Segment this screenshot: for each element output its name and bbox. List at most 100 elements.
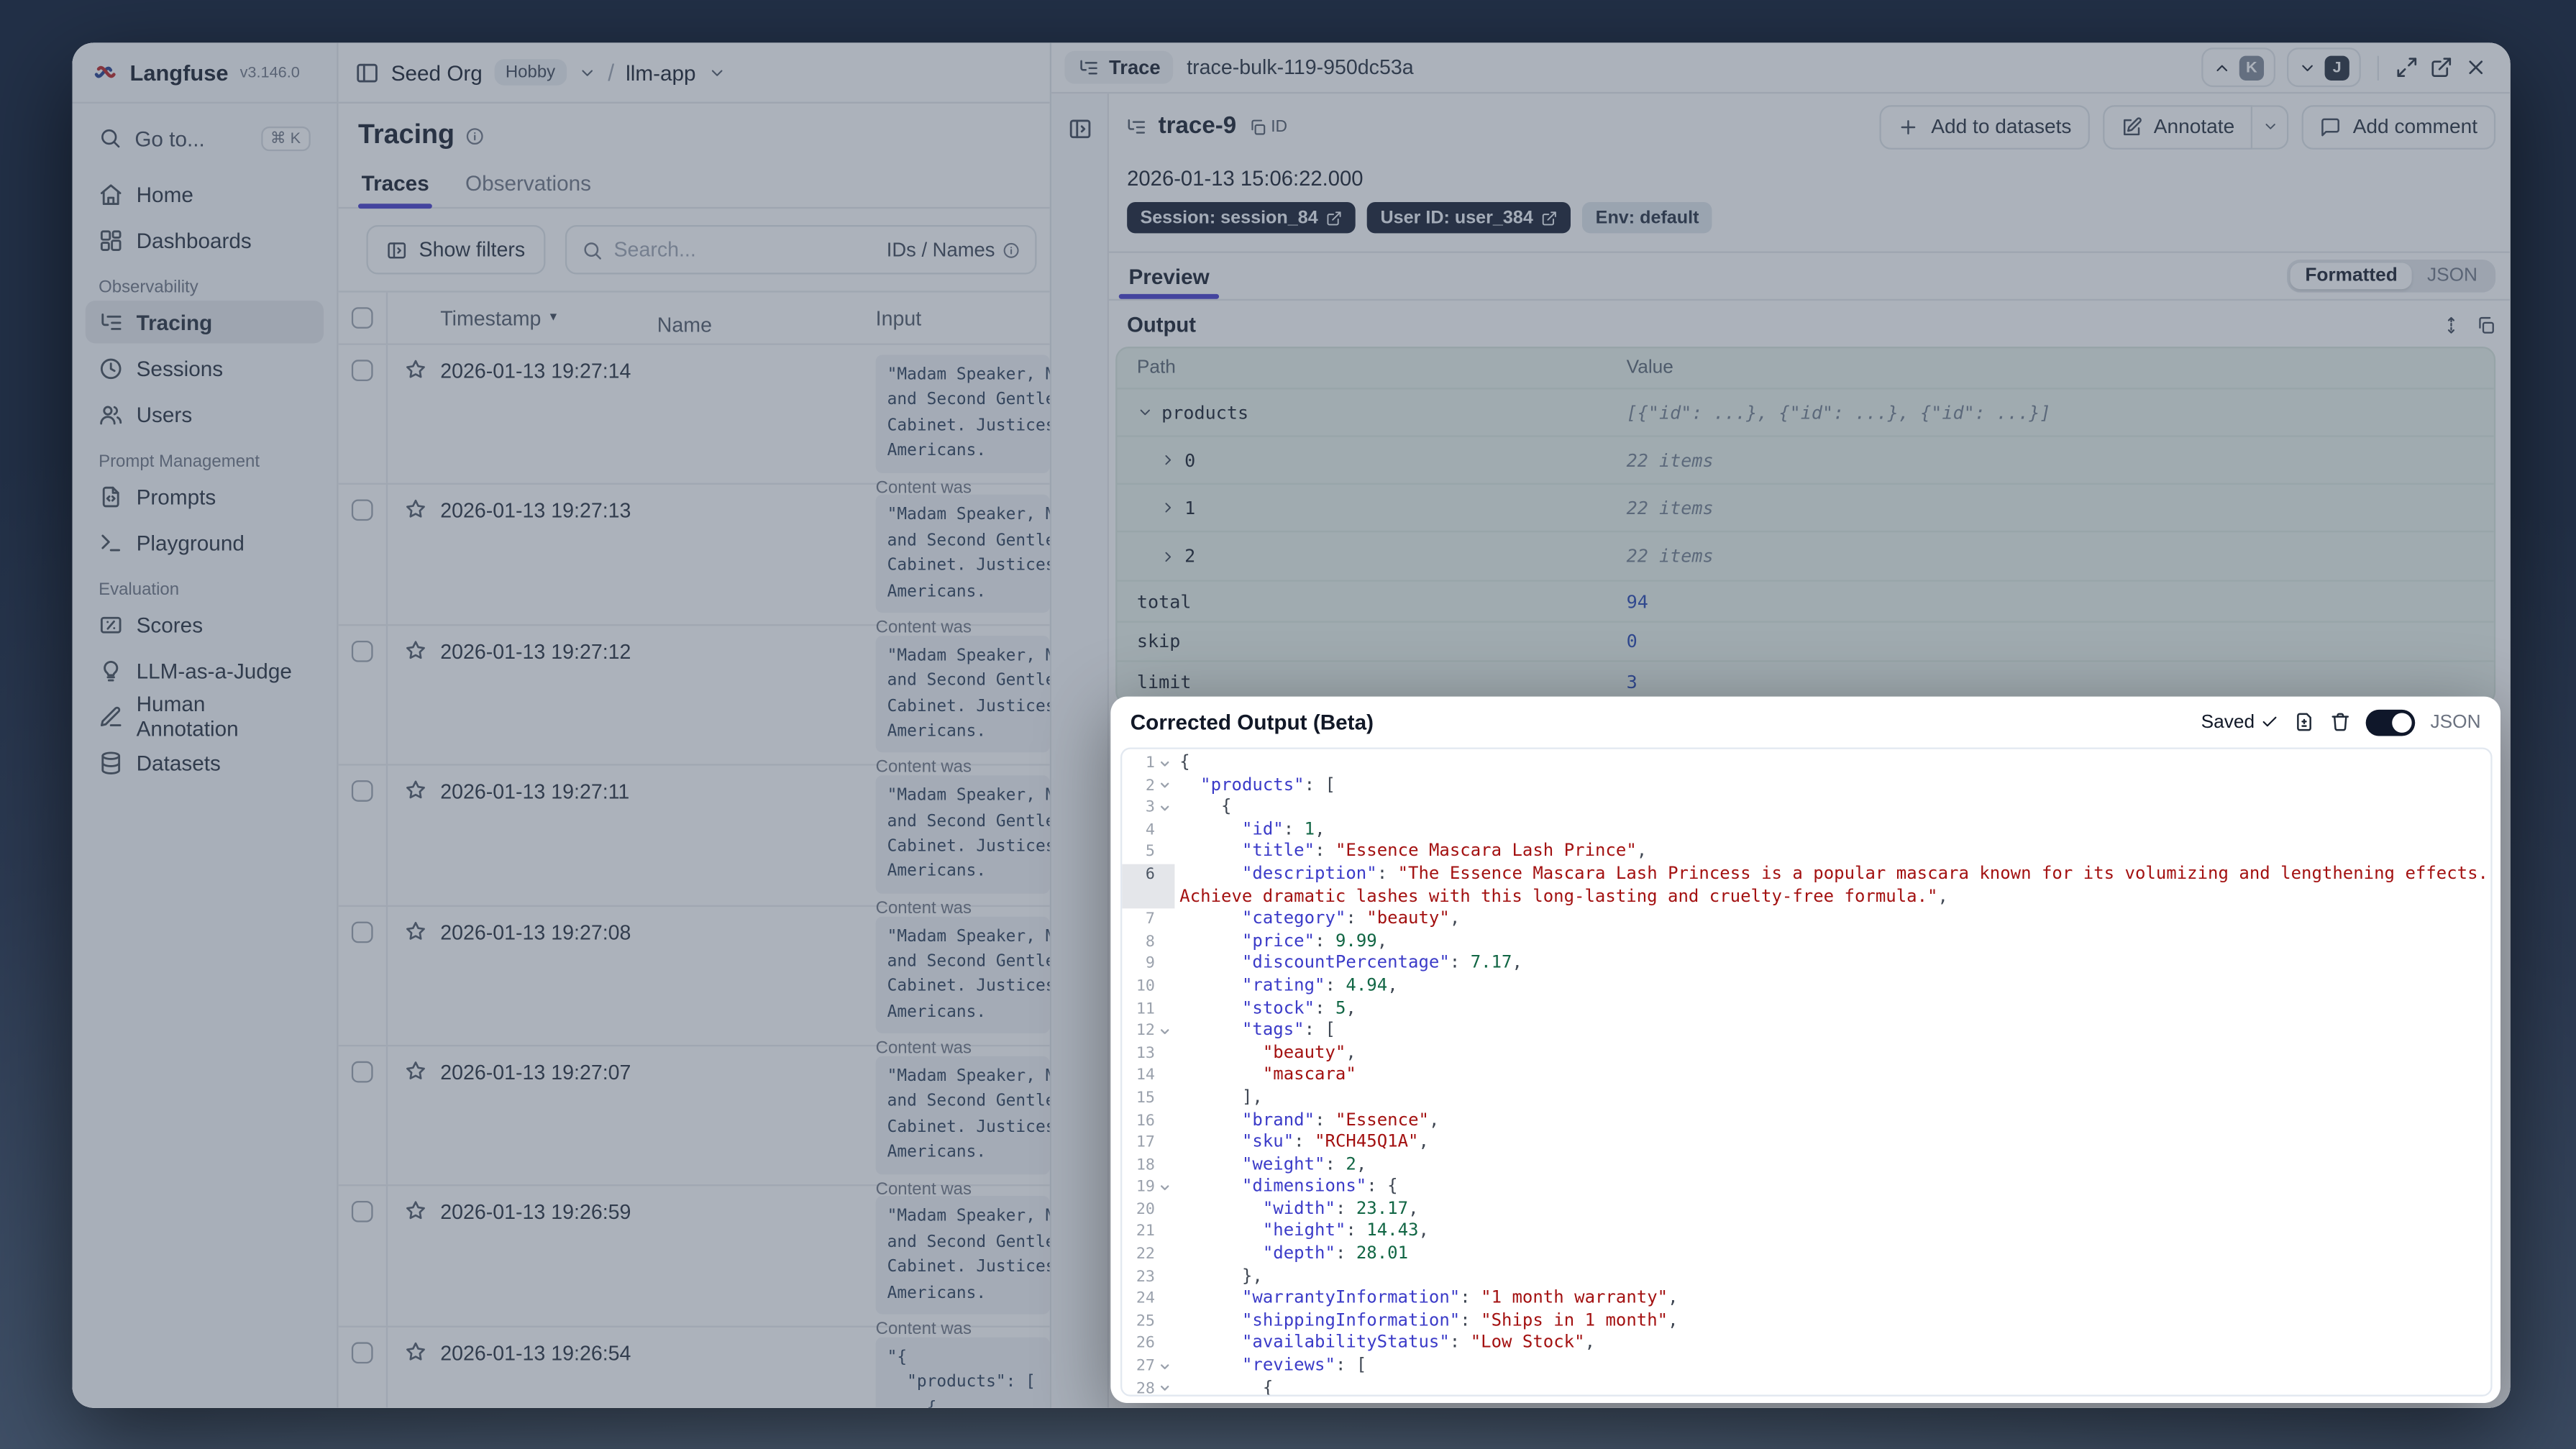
output-row-2[interactable]: 2 22 items	[1117, 532, 2494, 582]
json-toggle[interactable]	[2366, 708, 2416, 736]
code-line[interactable]: 17 "sku": "RCH45Q1A",	[1122, 1132, 2490, 1154]
code-line[interactable]: 4 "id": 1,	[1122, 819, 2490, 841]
row-checkbox[interactable]	[351, 1201, 373, 1223]
resize-vertical-icon[interactable]	[2442, 314, 2461, 334]
row-checkbox[interactable]	[351, 920, 373, 943]
fold-chevron-icon[interactable]	[1155, 1020, 1174, 1043]
sidebar-item-datasets[interactable]: Datasets	[86, 741, 324, 783]
row-checkbox[interactable]	[351, 1061, 373, 1083]
star-icon[interactable]	[404, 919, 427, 942]
breadcrumb-org[interactable]: Seed Org	[391, 60, 483, 84]
tab-preview[interactable]: Preview	[1118, 253, 1220, 299]
show-filters-button[interactable]: Show filters	[366, 224, 545, 275]
code-line[interactable]: 22 "depth": 28.01	[1122, 1244, 2490, 1266]
table-row[interactable]: 2026-01-13 19:27:08 "Madam Speaker, M and…	[338, 906, 1050, 1078]
fold-chevron-icon[interactable]	[1155, 1378, 1174, 1395]
table-row[interactable]: 2026-01-13 19:27:12 "Madam Speaker, M and…	[338, 625, 1050, 797]
chevron-right-icon[interactable]	[1160, 548, 1177, 564]
row-checkbox[interactable]	[351, 780, 373, 803]
code-line[interactable]: 16 "brand": "Essence",	[1122, 1110, 2490, 1132]
sidebar-item-dashboards[interactable]: Dashboards	[86, 219, 324, 261]
output-row-products[interactable]: products [{"id": ...}, {"id": ...}, {"id"…	[1117, 389, 2494, 437]
table-row[interactable]: 2026-01-13 19:27:14 "Madam Speaker, M and…	[338, 344, 1050, 517]
code-line[interactable]: 2 "products": [	[1122, 774, 2490, 797]
sidebar-item-users[interactable]: Users	[86, 393, 324, 435]
copy-id-chip[interactable]: ID	[1248, 117, 1287, 135]
code-line[interactable]: 6 "description": "The Essence Mascara La…	[1122, 864, 2490, 909]
row-checkbox[interactable]	[351, 360, 373, 382]
sidebar-item-scores[interactable]: Scores	[86, 603, 324, 645]
output-row-1[interactable]: 1 22 items	[1117, 485, 2494, 533]
row-checkbox[interactable]	[351, 640, 373, 662]
code-line[interactable]: 20 "width": 23.17,	[1122, 1199, 2490, 1221]
trash-icon[interactable]	[2330, 711, 2352, 733]
sidebar-item-playground[interactable]: Playground	[86, 521, 324, 563]
code-line[interactable]: 12 "tags": [	[1122, 1020, 2490, 1043]
add-comment-button[interactable]: Add comment	[2301, 104, 2496, 149]
select-all-checkbox[interactable]	[351, 307, 373, 329]
trace-badge[interactable]: User ID: user_384	[1367, 201, 1571, 234]
info-icon[interactable]	[465, 126, 484, 145]
chevron-down-icon[interactable]	[1137, 404, 1154, 421]
sidebar-item-sessions[interactable]: Sessions	[86, 347, 324, 389]
sidebar-item-human-annotation[interactable]: Human Annotation	[86, 692, 324, 741]
fold-chevron-icon[interactable]	[1155, 1356, 1174, 1378]
code-line[interactable]: 26 "availabilityStatus": "Low Stock",	[1122, 1333, 2490, 1356]
star-icon[interactable]	[404, 1199, 427, 1222]
code-line[interactable]: 8 "price": 9.99,	[1122, 931, 2490, 954]
format-json[interactable]: JSON	[2412, 263, 2492, 290]
panel-open-icon[interactable]	[1067, 116, 1092, 141]
sidebar-item-tracing[interactable]: Tracing	[85, 301, 324, 344]
annotate-button[interactable]: Annotate	[2102, 104, 2253, 149]
fold-chevron-icon[interactable]	[1155, 797, 1174, 819]
code-line[interactable]: 21 "height": 14.43,	[1122, 1221, 2490, 1243]
expand-icon[interactable]	[2395, 56, 2419, 79]
code-line[interactable]: 10 "rating": 4.94,	[1122, 976, 2490, 998]
add-to-datasets-button[interactable]: Add to datasets	[1880, 104, 2090, 149]
table-row[interactable]: 2026-01-13 19:27:07 "Madam Speaker, M and…	[338, 1046, 1050, 1218]
code-line[interactable]: 5 "title": "Essence Mascara Lash Prince"…	[1122, 842, 2490, 864]
chevron-down-icon[interactable]	[708, 63, 726, 81]
column-timestamp[interactable]: Timestamp ▼	[440, 306, 657, 329]
code-line[interactable]: 15 ],	[1122, 1087, 2490, 1110]
chevron-right-icon[interactable]	[1160, 499, 1177, 516]
star-icon[interactable]	[404, 639, 427, 662]
code-line[interactable]: 24 "warrantyInformation": "1 month warra…	[1122, 1289, 2490, 1311]
code-line[interactable]: 11 "stock": 5,	[1122, 998, 2490, 1020]
open-external-icon[interactable]	[2430, 56, 2453, 79]
tab-observations[interactable]: Observations	[465, 171, 591, 207]
table-row[interactable]: 2026-01-13 19:27:11 "Madam Speaker, M and…	[338, 765, 1050, 938]
code-line[interactable]: 18 "weight": 2,	[1122, 1154, 2490, 1176]
star-icon[interactable]	[404, 498, 427, 521]
file-diff-icon[interactable]	[2294, 711, 2316, 733]
table-row[interactable]: 2026-01-13 19:27:13 "Madam Speaker, M and…	[338, 485, 1050, 657]
code-line[interactable]: 13 "beauty",	[1122, 1043, 2490, 1065]
format-formatted[interactable]: Formatted	[2290, 262, 2413, 290]
nav-up-button[interactable]: K	[2201, 47, 2276, 88]
format-toggle[interactable]: Formatted JSON	[2287, 259, 2496, 293]
table-row[interactable]: 2026-01-13 19:26:59 "Madam Speaker, M and…	[338, 1187, 1050, 1358]
row-checkbox[interactable]	[351, 500, 373, 522]
chevron-down-icon[interactable]	[578, 63, 596, 81]
panel-left-icon[interactable]	[355, 60, 379, 84]
tab-traces[interactable]: Traces	[357, 171, 433, 209]
plan-badge[interactable]: Hobby	[493, 59, 567, 86]
copy-icon[interactable]	[2476, 314, 2495, 334]
code-line[interactable]: 23 },	[1122, 1266, 2490, 1289]
sidebar-item-llm-as-a-judge[interactable]: LLM-as-a-Judge	[86, 649, 324, 691]
breadcrumb-project[interactable]: llm-app	[626, 60, 695, 84]
code-line[interactable]: 19 "dimensions": {	[1122, 1176, 2490, 1199]
chevron-right-icon[interactable]	[1160, 452, 1177, 468]
code-line[interactable]: 28 {	[1122, 1378, 2490, 1395]
close-icon[interactable]	[2465, 56, 2488, 79]
sidebar-item-home[interactable]: Home	[86, 173, 324, 215]
table-row[interactable]: 2026-01-13 19:26:54 "{ "products": [ {	[339, 1327, 1050, 1408]
fold-chevron-icon[interactable]	[1155, 752, 1174, 774]
code-line[interactable]: 7 "category": "beauty",	[1122, 909, 2490, 931]
code-line[interactable]: 3 {	[1122, 797, 2490, 819]
code-line[interactable]: 25 "shippingInformation": "Ships in 1 mo…	[1122, 1311, 2490, 1333]
column-name[interactable]: Name	[657, 299, 876, 337]
star-icon[interactable]	[404, 1340, 427, 1363]
goto-search[interactable]: Go to... ⌘ K	[86, 116, 324, 159]
code-line[interactable]: 9 "discountPercentage": 7.17,	[1122, 954, 2490, 976]
